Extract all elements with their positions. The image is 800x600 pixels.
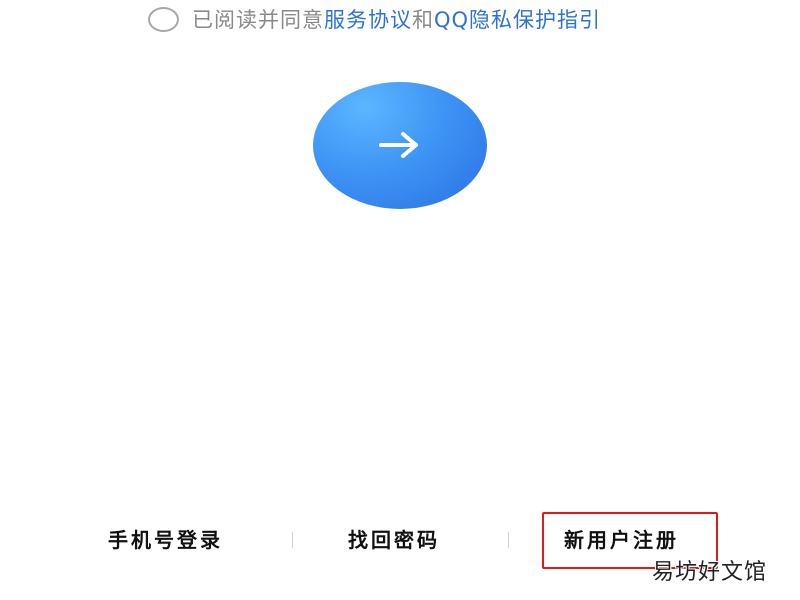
watermark: 易坊好文馆	[652, 560, 768, 585]
divider	[508, 532, 509, 548]
terms-of-service-link[interactable]: 服务协议	[324, 4, 412, 34]
login-next-button[interactable]	[313, 82, 487, 209]
arrow-right-icon	[379, 132, 418, 158]
divider	[292, 532, 293, 548]
agree-radio[interactable]	[148, 6, 179, 32]
agreement-conjunction: 和	[412, 8, 434, 32]
agreement-row: 已阅读并同意 服务协议 和 QQ隐私保护指引	[148, 4, 601, 34]
privacy-guide-link[interactable]: QQ隐私保护指引	[434, 4, 601, 34]
agreement-prefix: 已阅读并同意	[192, 8, 324, 32]
recover-password-link[interactable]: 找回密码	[348, 524, 440, 553]
phone-login-link[interactable]: 手机号登录	[108, 524, 223, 553]
